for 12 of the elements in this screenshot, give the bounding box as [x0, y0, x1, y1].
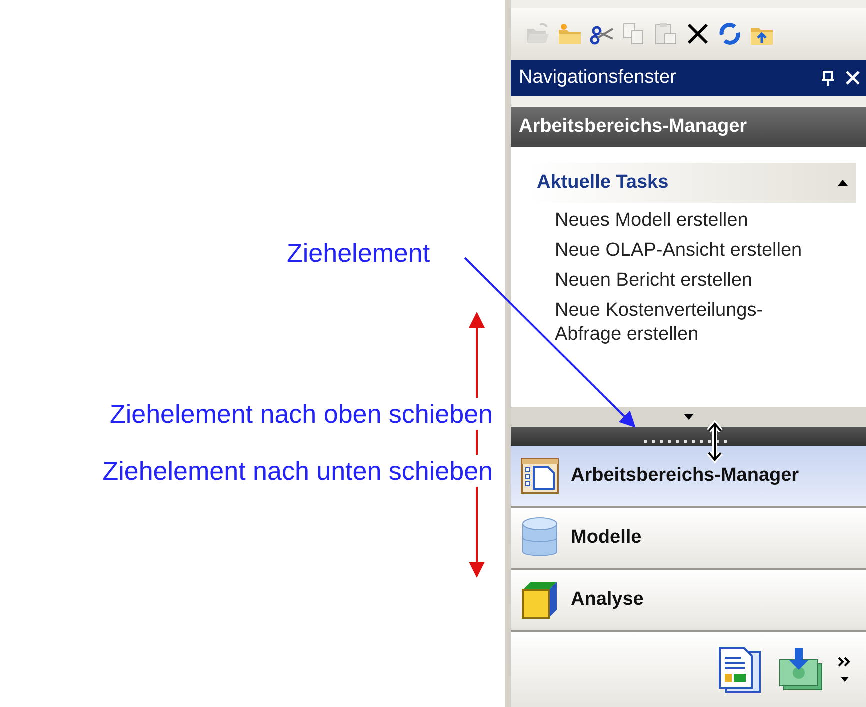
task-link[interactable]: Neuen Bericht erstellen	[555, 269, 829, 293]
window-title: Navigationsfenster	[519, 66, 676, 90]
annotation-label: Ziehelement nach unten schieben	[102, 455, 493, 487]
annotation-label: Ziehelement nach oben schieben	[110, 398, 493, 430]
section-title: Arbeitsbereichs-Manager	[519, 114, 748, 139]
task-link[interactable]: Neues Modell erstellen	[555, 209, 829, 233]
nav-button[interactable]: Modelle	[511, 508, 866, 570]
task-title: Aktuelle Tasks	[537, 170, 669, 195]
task-link[interactable]: Neue OLAP-Ansicht erstellen	[555, 239, 829, 263]
nav-button[interactable]: Analyse	[511, 570, 866, 632]
nav-button[interactable]: Arbeitsbereichs-Manager	[511, 446, 866, 508]
task-link[interactable]: Neue Kostenverteilungs-Abfrage erstellen	[555, 299, 829, 347]
